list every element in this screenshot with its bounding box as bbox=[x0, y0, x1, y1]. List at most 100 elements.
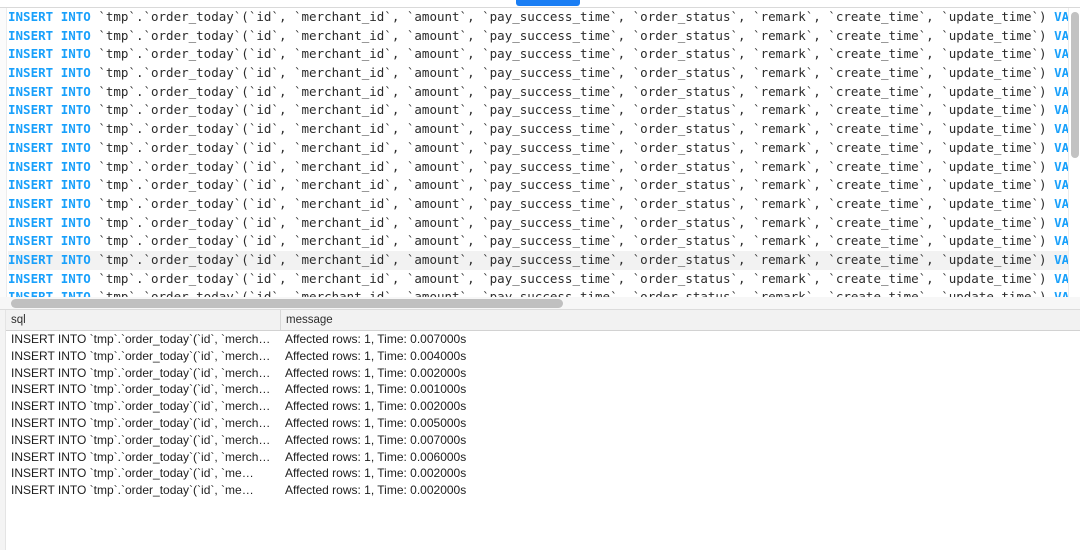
sql-keyword-values: VAL bbox=[1054, 177, 1068, 193]
sql-column-list: `tmp`.`order_today`(`id`, `merchant_id`,… bbox=[90, 233, 1055, 249]
sql-keyword-into: INTO bbox=[60, 27, 91, 43]
sql-keyword-insert: INSERT bbox=[8, 195, 54, 211]
sql-keyword-into: INTO bbox=[60, 9, 91, 24]
results-grid-body[interactable]: INSERT INTO `tmp`.`order_today`(`id`, `m… bbox=[6, 331, 1080, 550]
cell-message[interactable]: Affected rows: 1, Time: 0.007000s bbox=[280, 432, 1070, 449]
cell-sql[interactable]: INSERT INTO `tmp`.`order_today`(`id`, `m… bbox=[6, 432, 280, 449]
cell-sql[interactable]: INSERT INTO `tmp`.`order_today`(`id`, `m… bbox=[6, 449, 280, 466]
sql-editor-line[interactable]: INSERT INTO `tmp`.`order_today`(`id`, `m… bbox=[8, 8, 1068, 27]
sql-keyword-values: VAL bbox=[1054, 233, 1068, 249]
sql-column-list: `tmp`.`order_today`(`id`, `merchant_id`,… bbox=[90, 251, 1055, 267]
sql-editor-line[interactable]: INSERT INTO `tmp`.`order_today`(`id`, `m… bbox=[8, 83, 1068, 102]
sql-keyword-into: INTO bbox=[60, 158, 91, 174]
sql-keyword-into: INTO bbox=[60, 251, 91, 267]
cell-message[interactable]: Affected rows: 1, Time: 0.002000s bbox=[280, 482, 1070, 499]
column-header-sql[interactable]: sql bbox=[6, 310, 280, 330]
sql-editor[interactable]: INSERT INTO `tmp`.`order_today`(`id`, `m… bbox=[0, 7, 1080, 298]
sql-editor-line[interactable]: INSERT INTO `tmp`.`order_today`(`id`, `m… bbox=[8, 64, 1068, 83]
table-row[interactable]: INSERT INTO `tmp`.`order_today`(`id`, `m… bbox=[6, 381, 1080, 398]
sql-editor-line[interactable]: INSERT INTO `tmp`.`order_today`(`id`, `m… bbox=[8, 270, 1068, 289]
editor-vertical-scrollbar[interactable] bbox=[1068, 8, 1080, 297]
table-row[interactable]: INSERT INTO `tmp`.`order_today`(`id`, `m… bbox=[6, 432, 1080, 449]
sql-column-list: `tmp`.`order_today`(`id`, `merchant_id`,… bbox=[90, 83, 1055, 99]
sql-keyword-values: VAL bbox=[1054, 46, 1068, 62]
sql-keyword-into: INTO bbox=[60, 65, 91, 81]
sql-editor-line[interactable]: INSERT INTO `tmp`.`order_today`(`id`, `m… bbox=[8, 120, 1068, 139]
cell-message[interactable]: Affected rows: 1, Time: 0.006000s bbox=[280, 449, 1070, 466]
sql-keyword-values: VAL bbox=[1054, 27, 1068, 43]
cell-message[interactable]: Affected rows: 1, Time: 0.004000s bbox=[280, 348, 1070, 365]
sql-keyword-into: INTO bbox=[60, 46, 91, 62]
sql-keyword-values: VAL bbox=[1054, 139, 1068, 155]
cell-sql[interactable]: INSERT INTO `tmp`.`order_today`(`id`, `m… bbox=[6, 398, 280, 415]
table-row[interactable]: INSERT INTO `tmp`.`order_today`(`id`, `m… bbox=[6, 449, 1080, 466]
sql-keyword-insert: INSERT bbox=[8, 102, 54, 118]
sql-keyword-values: VAL bbox=[1054, 9, 1068, 24]
table-row[interactable]: INSERT INTO `tmp`.`order_today`(`id`, `m… bbox=[6, 415, 1080, 432]
editor-horizontal-scrollbar-thumb[interactable] bbox=[11, 299, 563, 308]
sql-column-list: `tmp`.`order_today`(`id`, `merchant_id`,… bbox=[90, 46, 1055, 62]
sql-editor-line[interactable]: INSERT INTO `tmp`.`order_today`(`id`, `m… bbox=[8, 45, 1068, 64]
cell-sql[interactable]: INSERT INTO `tmp`.`order_today`(`id`, `m… bbox=[6, 482, 280, 499]
sql-keyword-values: VAL bbox=[1054, 102, 1068, 118]
sql-client-window: INSERT INTO `tmp`.`order_today`(`id`, `m… bbox=[0, 0, 1080, 550]
results-pane: sql message INSERT INTO `tmp`.`order_tod… bbox=[0, 310, 1080, 550]
editor-horizontal-scrollbar[interactable] bbox=[0, 297, 1080, 310]
sql-keyword-into: INTO bbox=[60, 102, 91, 118]
sql-keyword-insert: INSERT bbox=[8, 121, 54, 137]
sql-editor-line[interactable]: INSERT INTO `tmp`.`order_today`(`id`, `m… bbox=[8, 139, 1068, 158]
table-row[interactable]: INSERT INTO `tmp`.`order_today`(`id`, `m… bbox=[6, 331, 1080, 348]
sql-column-list: `tmp`.`order_today`(`id`, `merchant_id`,… bbox=[90, 102, 1055, 118]
sql-keyword-insert: INSERT bbox=[8, 214, 54, 230]
sql-keyword-insert: INSERT bbox=[8, 251, 54, 267]
table-row[interactable]: INSERT INTO `tmp`.`order_today`(`id`, `m… bbox=[6, 482, 1080, 499]
sql-editor-line[interactable]: INSERT INTO `tmp`.`order_today`(`id`, `m… bbox=[8, 101, 1068, 120]
sql-keyword-into: INTO bbox=[60, 139, 91, 155]
sql-keyword-insert: INSERT bbox=[8, 27, 54, 43]
sql-editor-line[interactable]: INSERT INTO `tmp`.`order_today`(`id`, `m… bbox=[8, 214, 1068, 233]
cell-sql[interactable]: INSERT INTO `tmp`.`order_today`(`id`, `m… bbox=[6, 331, 280, 348]
active-tab-indicator[interactable] bbox=[516, 0, 580, 6]
cell-message[interactable]: Affected rows: 1, Time: 0.002000s bbox=[280, 365, 1070, 382]
sql-editor-line[interactable]: INSERT INTO `tmp`.`order_today`(`id`, `m… bbox=[8, 176, 1068, 195]
table-row[interactable]: INSERT INTO `tmp`.`order_today`(`id`, `m… bbox=[6, 348, 1080, 365]
sql-keyword-insert: INSERT bbox=[8, 270, 54, 286]
cell-message[interactable]: Affected rows: 1, Time: 0.002000s bbox=[280, 398, 1070, 415]
cell-sql[interactable]: INSERT INTO `tmp`.`order_today`(`id`, `m… bbox=[6, 415, 280, 432]
cell-message[interactable]: Affected rows: 1, Time: 0.001000s bbox=[280, 381, 1070, 398]
cell-sql[interactable]: INSERT INTO `tmp`.`order_today`(`id`, `m… bbox=[6, 348, 280, 365]
sql-keyword-insert: INSERT bbox=[8, 233, 54, 249]
sql-keyword-values: VAL bbox=[1054, 270, 1068, 286]
sql-keyword-values: VAL bbox=[1054, 121, 1068, 137]
sql-editor-line[interactable]: INSERT INTO `tmp`.`order_today`(`id`, `m… bbox=[8, 27, 1068, 46]
sql-keyword-insert: INSERT bbox=[8, 177, 54, 193]
sql-editor-line[interactable]: INSERT INTO `tmp`.`order_today`(`id`, `m… bbox=[8, 158, 1068, 177]
editor-vertical-scrollbar-thumb[interactable] bbox=[1071, 12, 1079, 158]
sql-column-list: `tmp`.`order_today`(`id`, `merchant_id`,… bbox=[90, 270, 1055, 286]
table-row[interactable]: INSERT INTO `tmp`.`order_today`(`id`, `m… bbox=[6, 365, 1080, 382]
sql-keyword-into: INTO bbox=[60, 270, 91, 286]
sql-keyword-insert: INSERT bbox=[8, 158, 54, 174]
cell-sql[interactable]: INSERT INTO `tmp`.`order_today`(`id`, `m… bbox=[6, 365, 280, 382]
editor-gutter bbox=[0, 8, 7, 297]
sql-column-list: `tmp`.`order_today`(`id`, `merchant_id`,… bbox=[90, 9, 1055, 24]
sql-editor-content[interactable]: INSERT INTO `tmp`.`order_today`(`id`, `m… bbox=[8, 8, 1068, 297]
cell-sql[interactable]: INSERT INTO `tmp`.`order_today`(`id`, `m… bbox=[6, 465, 280, 482]
cell-message[interactable]: Affected rows: 1, Time: 0.007000s bbox=[280, 331, 1070, 348]
sql-keyword-insert: INSERT bbox=[8, 83, 54, 99]
sql-column-list: `tmp`.`order_today`(`id`, `merchant_id`,… bbox=[90, 27, 1055, 43]
cell-message[interactable]: Affected rows: 1, Time: 0.005000s bbox=[280, 415, 1070, 432]
sql-column-list: `tmp`.`order_today`(`id`, `merchant_id`,… bbox=[90, 121, 1055, 137]
table-row[interactable]: INSERT INTO `tmp`.`order_today`(`id`, `m… bbox=[6, 398, 1080, 415]
cell-message[interactable]: Affected rows: 1, Time: 0.002000s bbox=[280, 465, 1070, 482]
sql-editor-line[interactable]: INSERT INTO `tmp`.`order_today`(`id`, `m… bbox=[8, 232, 1068, 251]
cell-sql[interactable]: INSERT INTO `tmp`.`order_today`(`id`, `m… bbox=[6, 381, 280, 398]
sql-column-list: `tmp`.`order_today`(`id`, `merchant_id`,… bbox=[90, 177, 1055, 193]
sql-keyword-insert: INSERT bbox=[8, 139, 54, 155]
sql-editor-line[interactable]: INSERT INTO `tmp`.`order_today`(`id`, `m… bbox=[8, 250, 1068, 270]
column-header-message[interactable]: message bbox=[280, 310, 1080, 330]
sql-editor-line[interactable]: INSERT INTO `tmp`.`order_today`(`id`, `m… bbox=[8, 195, 1068, 214]
sql-keyword-into: INTO bbox=[60, 121, 91, 137]
table-row[interactable]: INSERT INTO `tmp`.`order_today`(`id`, `m… bbox=[6, 465, 1080, 482]
sql-keyword-values: VAL bbox=[1054, 251, 1068, 267]
